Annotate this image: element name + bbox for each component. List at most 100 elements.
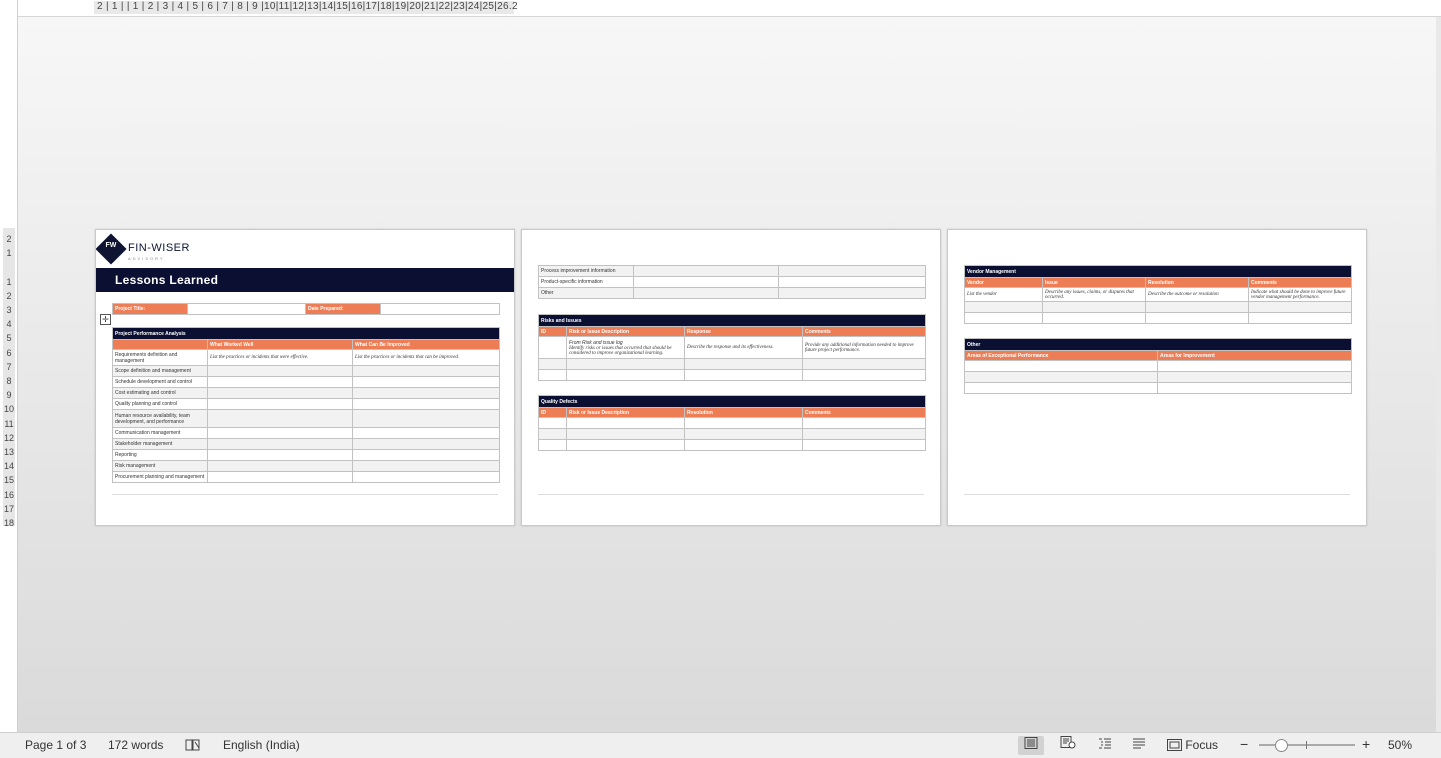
table-cell[interactable] [684, 439, 803, 451]
table-cell[interactable] [207, 387, 353, 399]
table-cell[interactable] [538, 358, 567, 370]
table-cell[interactable] [352, 427, 500, 439]
zoom-slider-handle[interactable] [1275, 739, 1288, 752]
issue-hint[interactable]: Describe any issues, claims, or disputes… [1042, 287, 1146, 302]
table-cell[interactable] [964, 371, 1158, 383]
table-cell[interactable] [633, 276, 779, 288]
outline-view-icon[interactable] [1092, 736, 1118, 755]
zoom-in-button[interactable]: + [1362, 736, 1370, 752]
project-title-field[interactable] [187, 303, 306, 315]
table-cell[interactable] [566, 358, 685, 370]
table-cell[interactable] [778, 265, 926, 277]
performance-analysis-table[interactable]: Project Performance Analysis What Worked… [112, 327, 500, 483]
proofing-icon[interactable] [185, 738, 201, 755]
table-cell[interactable] [352, 471, 500, 483]
table-cell[interactable] [1042, 312, 1146, 324]
improve-hint[interactable]: List the practices or incidents that can… [352, 349, 500, 366]
table-cell[interactable] [684, 428, 803, 440]
table-cell[interactable] [352, 449, 500, 461]
comments-hint[interactable]: Provide any additional information neede… [802, 336, 926, 359]
draft-view-icon[interactable] [1126, 736, 1152, 755]
table-cell[interactable] [566, 417, 685, 429]
page-1[interactable]: FW FIN-WISER ADVISORY Lessons Learned ✛ … [95, 229, 515, 526]
table-cell[interactable] [207, 427, 353, 439]
table-cell[interactable] [207, 365, 353, 377]
table-cell[interactable] [802, 358, 926, 370]
table-cell[interactable] [352, 398, 500, 410]
table-cell[interactable] [964, 360, 1158, 372]
vertical-scrollbar[interactable] [1436, 17, 1441, 732]
table-cell[interactable] [207, 409, 353, 428]
zoom-out-button[interactable]: − [1240, 736, 1248, 752]
table-cell[interactable] [1157, 371, 1352, 383]
table-cell[interactable] [778, 287, 926, 299]
horizontal-ruler[interactable]: ↱ 2 | 1 | | 1 | 2 | 3 | 4 | 5 | 6 | 7 | … [0, 0, 1441, 17]
table-cell[interactable] [352, 365, 500, 377]
table-cell[interactable] [207, 471, 353, 483]
table-cell[interactable] [1157, 382, 1352, 394]
table-cell[interactable] [1248, 312, 1352, 324]
table-cell[interactable] [538, 336, 567, 359]
table-cell[interactable] [538, 369, 567, 381]
table-cell[interactable] [207, 449, 353, 461]
table-cell[interactable] [633, 287, 779, 299]
table-cell[interactable] [802, 428, 926, 440]
quality-defects-table[interactable]: Quality Defects ID Risk or Issue Descrip… [538, 395, 926, 451]
response-hint[interactable]: Describe the response and its effectiven… [684, 336, 803, 359]
page-2[interactable]: Process improvement information Product-… [521, 229, 941, 526]
vendor-management-table[interactable]: Vendor Management Vendor Issue Resolutio… [964, 265, 1352, 324]
table-cell[interactable] [684, 417, 803, 429]
table-cell[interactable] [684, 369, 803, 381]
table-cell[interactable] [352, 460, 500, 472]
word-count[interactable]: 172 words [108, 738, 163, 752]
table-cell[interactable] [964, 382, 1158, 394]
zoom-slider[interactable] [1259, 739, 1355, 752]
comments-hint[interactable]: Indicate what should be done to improve … [1248, 287, 1352, 302]
table-cell[interactable] [352, 409, 500, 428]
date-prepared-field[interactable] [380, 303, 500, 315]
table-cell[interactable] [1042, 301, 1146, 313]
focus-mode-button[interactable]: Focus [1167, 738, 1218, 752]
table-cell[interactable] [802, 417, 926, 429]
table-cell[interactable] [964, 301, 1043, 313]
table-cell[interactable] [538, 439, 567, 451]
risk-description-hint[interactable]: From Risk and issue log Identify risks o… [566, 336, 685, 359]
worked-well-hint[interactable]: List the practices or incidents that wer… [207, 349, 353, 366]
continued-performance-table[interactable]: Process improvement information Product-… [538, 265, 926, 299]
print-layout-view-icon[interactable] [1018, 736, 1044, 755]
table-cell[interactable] [538, 428, 567, 440]
project-info-table[interactable]: Project Title: Date Prepared: [112, 303, 500, 315]
table-cell[interactable] [778, 276, 926, 288]
resolution-hint[interactable]: Describe the outcome or resolution [1145, 287, 1249, 302]
table-cell[interactable] [684, 358, 803, 370]
table-cell[interactable] [964, 312, 1043, 324]
table-cell[interactable] [207, 376, 353, 388]
table-cell[interactable] [1145, 301, 1249, 313]
table-cell[interactable] [352, 387, 500, 399]
table-cell[interactable] [352, 438, 500, 450]
web-layout-view-icon[interactable] [1055, 736, 1081, 755]
vendor-hint[interactable]: List the vendor [964, 287, 1043, 302]
page-count[interactable]: Page 1 of 3 [25, 738, 86, 752]
table-cell[interactable] [566, 428, 685, 440]
table-cell[interactable] [352, 376, 500, 388]
table-cell[interactable] [1157, 360, 1352, 372]
table-cell[interactable] [1248, 301, 1352, 313]
table-cell[interactable] [207, 398, 353, 410]
table-cell[interactable] [633, 265, 779, 277]
table-cell[interactable] [802, 439, 926, 451]
table-cell[interactable] [566, 369, 685, 381]
table-cell[interactable] [1145, 312, 1249, 324]
table-cell[interactable] [538, 417, 567, 429]
table-cell[interactable] [207, 460, 353, 472]
risks-issues-table[interactable]: Risks and Issues ID Risk or Issue Descri… [538, 314, 926, 381]
vertical-ruler[interactable]: 21 1 2 3 4 5 6 7 8 9 10 11 12 13 14 15 16 17 18 [0, 0, 18, 732]
other-table[interactable]: Other Areas of Exceptional Performance A… [964, 338, 1352, 394]
zoom-level[interactable]: 50% [1388, 738, 1412, 752]
language[interactable]: English (India) [223, 738, 300, 752]
table-cell[interactable] [566, 439, 685, 451]
table-move-handle-icon[interactable]: ✛ [100, 314, 111, 325]
table-cell[interactable] [802, 369, 926, 381]
table-cell[interactable] [207, 438, 353, 450]
page-3[interactable]: Vendor Management Vendor Issue Resolutio… [947, 229, 1367, 526]
